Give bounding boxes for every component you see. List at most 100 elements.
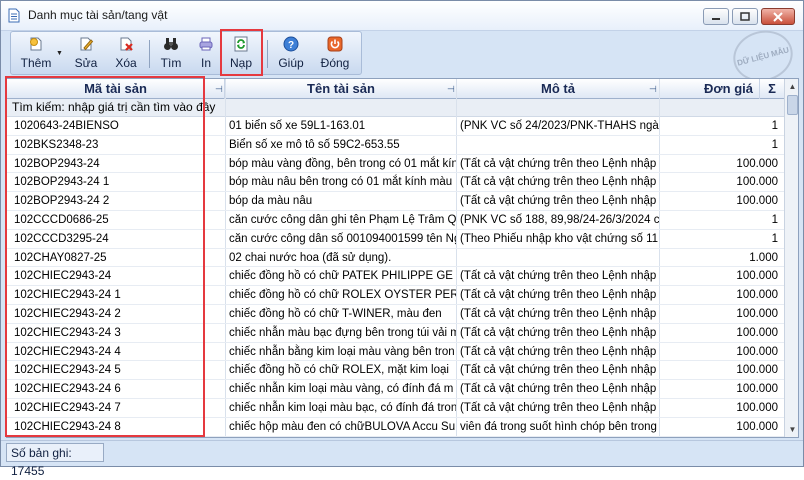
cell-code[interactable]: 102CHIEC2943-24 5 [11,361,225,379]
cell-code[interactable]: 102CHIEC2943-24 6 [11,380,225,398]
cell-description[interactable]: (Tất cả vật chứng trên theo Lệnh nhập [457,399,659,417]
cell-description[interactable]: (Theo Phiếu nhập kho vật chứng số 11 [457,230,659,248]
cell-price[interactable]: 100.000 [660,286,780,304]
edit-button[interactable]: Sửa [71,33,101,74]
cell-code[interactable]: 102CHIEC2943-24 [11,267,225,285]
cell-price[interactable]: 1.000 [660,249,780,267]
table-row[interactable]: 102CHIEC2943-24 2 chiếc đồng hồ có chữ T-… [7,305,784,324]
cell-price[interactable]: 100.000 [660,305,780,323]
table-row[interactable]: 102CCCD0686-25 căn cước công dân ghi tên … [7,211,784,230]
cell-price[interactable]: 100.000 [660,343,780,361]
table-row[interactable]: 1020643-24BIENSO 01 biển số xe 59L1-163.0… [7,117,784,136]
cell-price[interactable]: 1 [660,230,780,248]
cell-code[interactable]: 102BKS2348-23 [11,136,225,154]
cell-name[interactable]: bóp màu vàng đồng, bên trong có 01 mắt k… [226,155,456,173]
delete-button[interactable]: Xóa [109,33,143,74]
add-dropdown-arrow-icon[interactable]: ▼ [56,50,63,57]
search-filter-row[interactable]: Tìm kiếm: nhập giá trị cần tìm vào đây [7,99,784,117]
pin-icon[interactable]: ⊣ [447,84,455,95]
cell-name[interactable]: chiếc nhẫn bằng kim loại màu vàng bên tr… [226,343,456,361]
cell-code[interactable]: 102CHIEC2943-24 2 [11,305,225,323]
cell-description[interactable]: viên đá trong suốt hình chóp bên trong t [457,418,659,436]
cell-name[interactable]: chiếc đồng hồ có chữ ROLEX, mặt kim loại [226,361,456,379]
column-header-code[interactable]: Mã tài sản [7,79,225,99]
cell-price[interactable]: 100.000 [660,173,780,191]
table-row[interactable]: 102CHIEC2943-24 6 chiếc nhẫn kim loại màu… [7,380,784,399]
cell-name[interactable]: chiếc nhẫn màu bạc đựng bên trong túi vả… [226,324,456,342]
cell-price[interactable]: 100.000 [660,155,780,173]
cell-description[interactable] [457,136,659,154]
cell-description[interactable]: (Tất cả vật chứng trên theo Lệnh nhập [457,380,659,398]
cell-description[interactable]: (Tất cả vật chứng trên theo Lệnh nhập [457,361,659,379]
column-header-price[interactable]: Đơn giá [660,79,760,99]
cell-description[interactable]: (Tất cả vật chứng trên theo Lệnh nhập [457,286,659,304]
cell-code[interactable]: 102CHIEC2943-24 1 [11,286,225,304]
cell-name[interactable]: chiếc nhẫn kim loại màu bạc, có đính đá … [226,399,456,417]
maximize-button[interactable] [732,8,758,25]
add-button[interactable]: Thêm [17,33,55,74]
print-button[interactable]: In [193,33,219,74]
cell-price[interactable]: 100.000 [660,267,780,285]
cell-name[interactable]: 01 biển số xe 59L1-163.01 [226,117,456,135]
cell-price[interactable]: 100.000 [660,380,780,398]
cell-description[interactable]: (Tất cả vật chứng trên theo Lệnh nhập [457,155,659,173]
column-header-description[interactable]: Mô tả [457,79,660,99]
cell-price[interactable]: 100.000 [660,192,780,210]
cell-description[interactable]: (Tất cả vật chứng trên theo Lệnh nhập [457,324,659,342]
cell-code[interactable]: 102CHAY0827-25 [11,249,225,267]
cell-code[interactable]: 102CHIEC2943-24 8 [11,418,225,436]
cell-description[interactable]: (Tất cả vật chứng trên theo Lệnh nhập [457,305,659,323]
cell-name[interactable]: căn cước công dân số 001094001599 tên Ng [226,230,456,248]
cell-code[interactable]: 102CCCD0686-25 [11,211,225,229]
cell-code[interactable]: 102CHIEC2943-24 4 [11,343,225,361]
cell-code[interactable]: 102BOP2943-24 [11,155,225,173]
cell-code[interactable]: 102CCCD3295-24 [11,230,225,248]
table-row[interactable]: 102CHIEC2943-24 7 chiếc nhẫn kim loại màu… [7,399,784,418]
scroll-up-icon[interactable]: ▲ [785,79,798,94]
cell-name[interactable]: căn cước công dân ghi tên Phạm Lệ Trâm Q [226,211,456,229]
cell-name[interactable]: bóp màu nâu bên trong có 01 mắt kính màu [226,173,456,191]
search-button[interactable]: Tìm [156,33,186,74]
cell-description[interactable]: (Tất cả vật chứng trên theo Lệnh nhập [457,192,659,210]
pin-icon[interactable]: ⊣ [649,84,657,95]
table-row[interactable]: 102CHIEC2943-24 8 chiếc hộp màu đen có ch… [7,418,784,437]
table-row[interactable]: 102CHIEC2943-24 1 chiếc đồng hồ có chữ RO… [7,286,784,305]
table-row[interactable]: 102BOP2943-24 bóp màu vàng đồng, bên tron… [7,155,784,174]
minimize-button[interactable] [703,8,729,25]
help-button[interactable]: ? Giúp [274,33,308,74]
cell-name[interactable]: bóp da màu nâu [226,192,456,210]
cell-description[interactable]: (PNK VC số 188, 89,98/24-26/3/2024 c [457,211,659,229]
cell-name[interactable]: Biển số xe mô tô số 59C2-653.55 [226,136,456,154]
column-header-sum[interactable]: Σ [760,79,784,99]
table-row[interactable]: 102BKS2348-23 Biển số xe mô tô số 59C2-65… [7,136,784,155]
cell-description[interactable]: (Tất cả vật chứng trên theo Lệnh nhập [457,173,659,191]
column-header-name[interactable]: Tên tài sản [226,79,457,99]
cell-price[interactable]: 100.000 [660,418,780,436]
close-form-button[interactable]: Đóng [316,33,354,74]
table-row[interactable]: 102BOP2943-24 2 bóp da màu nâu (Tất cả vật… [7,192,784,211]
pin-icon[interactable]: ⊣ [215,84,223,95]
close-button[interactable] [761,8,795,25]
cell-price[interactable]: 1 [660,117,780,135]
table-row[interactable]: 102CHIEC2943-24 4 chiếc nhẫn bằng kim loạ… [7,343,784,362]
cell-description[interactable] [457,249,659,267]
cell-name[interactable]: 02 chai nước hoa (đã sử dụng). [226,249,456,267]
cell-name[interactable]: chiếc nhẫn kim loại màu vàng, có đính đá… [226,380,456,398]
cell-name[interactable]: chiếc đồng hồ có chữ ROLEX OYSTER PER [226,286,456,304]
cell-name[interactable]: chiếc đồng hồ có chữ PATEK PHILIPPE GE [226,267,456,285]
cell-description[interactable]: (Tất cả vật chứng trên theo Lệnh nhập [457,343,659,361]
cell-price[interactable]: 1 [660,211,780,229]
cell-price[interactable]: 100.000 [660,399,780,417]
scroll-down-icon[interactable]: ▼ [785,422,798,437]
cell-code[interactable]: 102CHIEC2943-24 3 [11,324,225,342]
table-row[interactable]: 102CHIEC2943-24 5 chiếc đồng hồ có chữ RO… [7,361,784,381]
cell-price[interactable]: 1 [660,136,780,154]
table-row[interactable]: 102CHIEC2943-24 3 chiếc nhẫn màu bạc đựng… [7,324,784,343]
table-row[interactable]: 102CHAY0827-25 02 chai nước hoa (đã sử dụ… [7,249,784,268]
table-row[interactable]: 102CHIEC2943-24 chiếc đồng hồ có chữ PATE… [7,267,784,287]
cell-price[interactable]: 100.000 [660,324,780,342]
cell-description[interactable]: (PNK VC số 24/2023/PNK-THAHS ngà [457,117,659,135]
scroll-thumb[interactable] [787,95,798,115]
cell-code[interactable]: 102CHIEC2943-24 7 [11,399,225,417]
cell-code[interactable]: 102BOP2943-24 2 [11,192,225,210]
